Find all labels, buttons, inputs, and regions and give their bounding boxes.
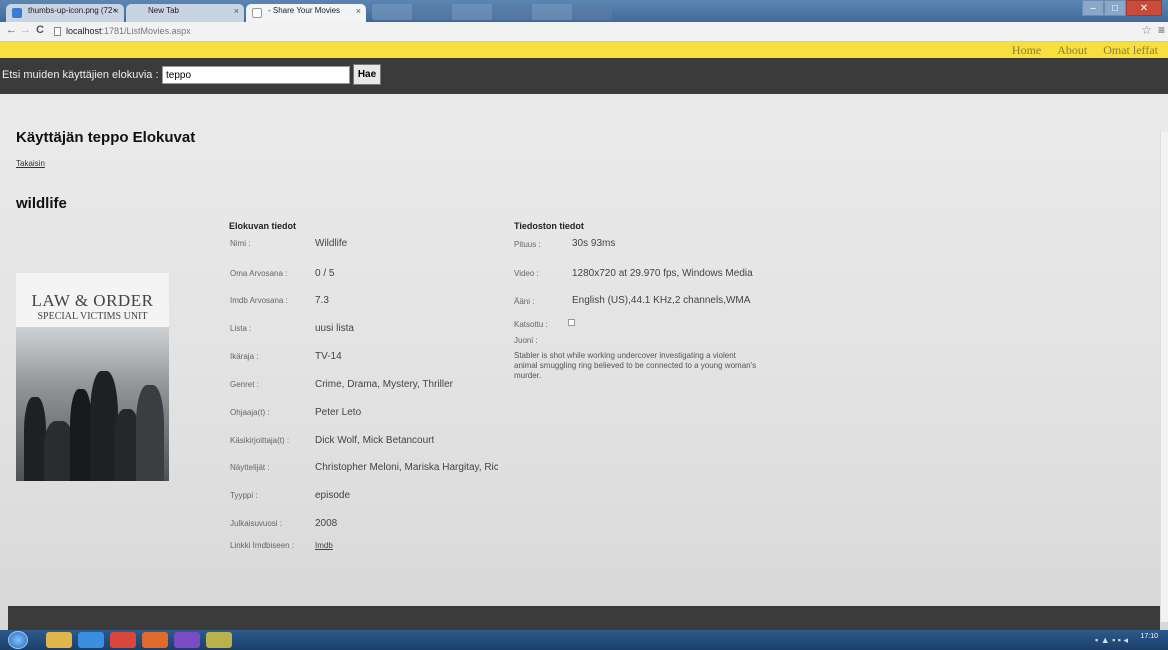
actors-value: Christopher Meloni, Mariska Hargitay, Ri… bbox=[315, 462, 498, 473]
bookmark-star-icon[interactable]: ☆ bbox=[1141, 23, 1152, 37]
type-value: episode bbox=[315, 490, 351, 501]
blurred-tabs bbox=[372, 4, 612, 20]
browser-tab-thumbs-up[interactable]: thumbs-up-icon.png (72× × bbox=[6, 4, 124, 22]
address-bar: ← → C localhost:1781/ListMovies.aspx ☆ ≡ bbox=[0, 22, 1168, 42]
watched-label: Katsottu : bbox=[514, 320, 548, 329]
menu-icon[interactable]: ≡ bbox=[1158, 23, 1165, 37]
back-arrow-icon[interactable]: ← bbox=[6, 24, 17, 36]
type-label: Tyyppi : bbox=[230, 491, 258, 500]
actors-label: Näyttelijät : bbox=[230, 463, 270, 472]
ie-icon[interactable] bbox=[78, 632, 104, 648]
genres-value: Crime, Drama, Mystery, Thriller bbox=[315, 379, 453, 390]
imdb-link-label: Linkki Imdbiseen : bbox=[230, 541, 295, 550]
top-navigation: Home About Omat leffat bbox=[1012, 42, 1158, 58]
app-icon[interactable] bbox=[142, 632, 168, 648]
movie-poster: LAW & ORDER SPECIAL VICTIMS UNIT bbox=[16, 273, 169, 481]
writers-value: Dick Wolf, Mick Betancourt bbox=[315, 435, 435, 446]
writers-label: Käsikirjoittaja(t) : bbox=[230, 436, 290, 445]
plot-text: Stabler is shot while working undercover… bbox=[514, 351, 757, 380]
poster-subtitle: SPECIAL VICTIMS UNIT bbox=[37, 311, 148, 322]
name-label: Nimi : bbox=[230, 239, 251, 248]
paint-icon[interactable] bbox=[206, 632, 232, 648]
video-label: Video : bbox=[514, 269, 539, 278]
audio-label: Ääni : bbox=[514, 297, 535, 306]
url-host: localhost bbox=[66, 26, 102, 36]
poster-brand: LAW & ORDER bbox=[31, 291, 154, 310]
tab-label: thumbs-up-icon.png (72× bbox=[28, 6, 118, 15]
own-rating-value: 0 / 5 bbox=[315, 268, 335, 279]
search-label: Etsi muiden käyttäjien elokuvia : bbox=[2, 69, 159, 81]
vertical-scrollbar[interactable] bbox=[1160, 132, 1168, 622]
tab-label: - Share Your Movies bbox=[268, 6, 341, 15]
web-page: Home About Omat leffat Etsi muiden käytt… bbox=[0, 42, 1168, 630]
duration-value: 30s 93ms bbox=[572, 238, 616, 249]
nav-home-link[interactable]: Home bbox=[1012, 42, 1041, 58]
forward-arrow-icon[interactable]: → bbox=[20, 24, 31, 36]
tab-close-icon[interactable]: × bbox=[234, 6, 239, 16]
plot-label: Juoni : bbox=[514, 336, 538, 345]
tab-label: New Tab bbox=[148, 6, 179, 15]
tab-close-icon[interactable]: × bbox=[356, 6, 361, 16]
genres-label: Genret : bbox=[230, 380, 259, 389]
directors-value: Peter Leto bbox=[315, 407, 362, 418]
browser-tab-share-your-movies[interactable]: - Share Your Movies × bbox=[246, 4, 366, 22]
minimize-icon[interactable]: – bbox=[1082, 0, 1104, 16]
age-rating-label: Ikäraja : bbox=[230, 352, 259, 361]
imdb-rating-label: Imdb Arvosana : bbox=[230, 296, 288, 305]
list-value: uusi lista bbox=[315, 323, 354, 334]
watched-checkbox[interactable] bbox=[568, 319, 575, 326]
top-yellow-bar bbox=[0, 42, 1168, 58]
page-icon bbox=[54, 27, 61, 36]
directors-label: Ohjaaja(t) : bbox=[230, 408, 270, 417]
tab-close-icon[interactable]: × bbox=[114, 6, 119, 16]
explorer-icon[interactable] bbox=[46, 632, 72, 648]
search-input[interactable] bbox=[162, 66, 350, 84]
file-info-heading: Tiedoston tiedot bbox=[514, 221, 584, 231]
start-button[interactable] bbox=[8, 631, 28, 649]
chrome-icon[interactable] bbox=[110, 632, 136, 648]
search-button[interactable]: Hae bbox=[353, 64, 381, 85]
window-controls: – □ ✕ bbox=[1082, 0, 1162, 16]
nav-about-link[interactable]: About bbox=[1057, 42, 1087, 58]
release-year-value: 2008 bbox=[315, 518, 338, 529]
age-rating-value: TV-14 bbox=[315, 351, 342, 362]
url-path: :1781/ListMovies.aspx bbox=[101, 26, 191, 36]
windows-taskbar: ▪ ▲ ▪ ▪ ◂ 17:10 bbox=[0, 630, 1168, 650]
image-file-icon bbox=[12, 8, 22, 18]
visual-studio-icon[interactable] bbox=[174, 632, 200, 648]
back-link[interactable]: Takaisin bbox=[16, 159, 45, 168]
movie-info-heading: Elokuvan tiedot bbox=[229, 221, 297, 231]
nav-my-movies-link[interactable]: Omat leffat bbox=[1103, 42, 1158, 58]
poster-cast-image bbox=[16, 327, 169, 481]
movie-title: wildlife bbox=[16, 195, 67, 212]
page-icon bbox=[252, 8, 262, 18]
list-label: Lista : bbox=[230, 324, 252, 333]
duration-label: Pituus : bbox=[514, 240, 541, 249]
page-title: Käyttäjän teppo Elokuvat bbox=[16, 129, 196, 146]
video-value: 1280x720 at 29.970 fps, Windows Media bbox=[572, 268, 753, 279]
url-field[interactable]: localhost:1781/ListMovies.aspx bbox=[52, 24, 1142, 39]
taskbar-clock: 17:10 bbox=[1140, 633, 1158, 640]
own-rating-label: Oma Arvosana : bbox=[230, 269, 288, 278]
page-footer bbox=[8, 606, 1160, 630]
imdb-link[interactable]: Imdb bbox=[315, 541, 333, 550]
system-tray-icons[interactable]: ▪ ▲ ▪ ▪ ◂ bbox=[1095, 635, 1128, 646]
browser-tab-strip: thumbs-up-icon.png (72× × New Tab × - Sh… bbox=[0, 0, 1168, 22]
release-year-label: Julkaisuvuosi : bbox=[230, 519, 283, 528]
audio-value: English (US),44.1 KHz,2 channels,WMA bbox=[572, 295, 751, 306]
close-window-icon[interactable]: ✕ bbox=[1126, 0, 1162, 16]
browser-tab-new-tab[interactable]: New Tab × bbox=[126, 4, 244, 22]
maximize-icon[interactable]: □ bbox=[1104, 0, 1126, 16]
name-value: Wildlife bbox=[315, 238, 348, 249]
reload-icon[interactable]: C bbox=[36, 24, 44, 36]
imdb-rating-value: 7.3 bbox=[315, 295, 329, 306]
